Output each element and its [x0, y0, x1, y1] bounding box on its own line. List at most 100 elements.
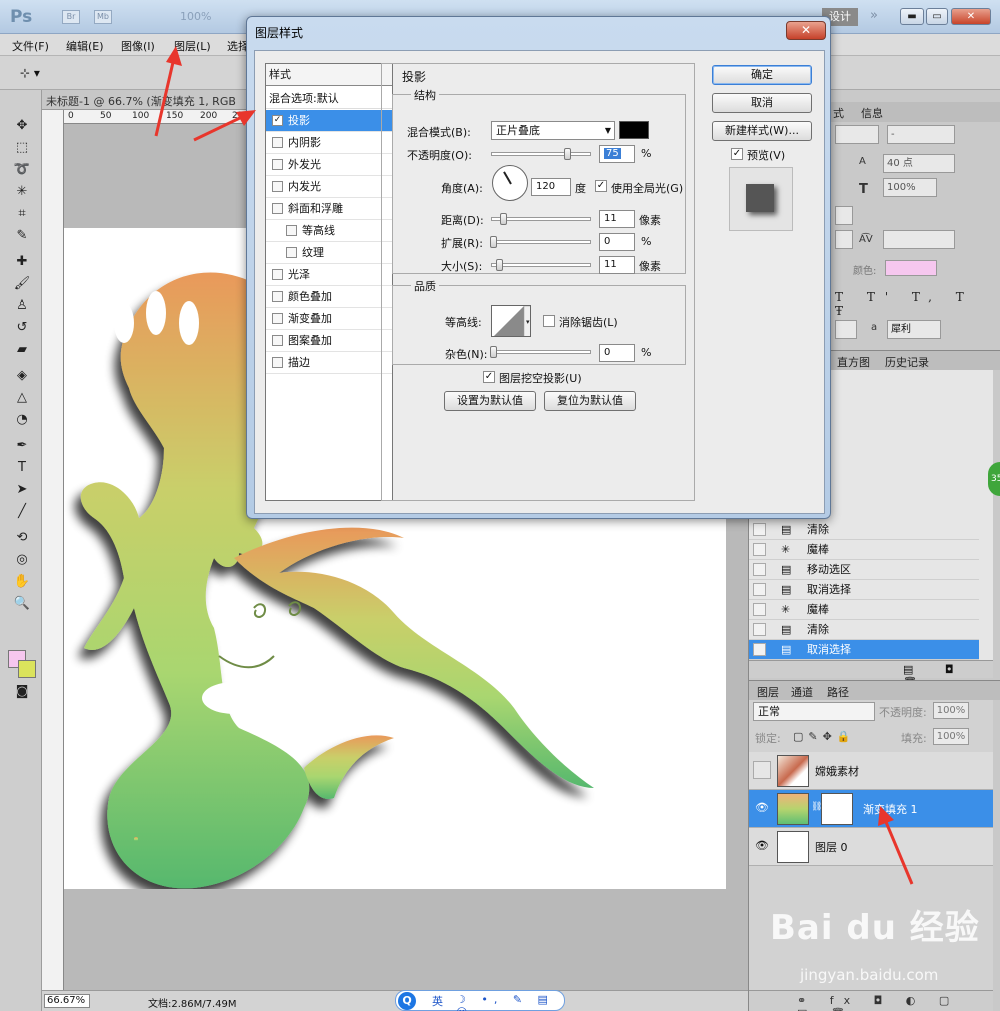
crop-tool-icon[interactable]: ⌗ [12, 204, 32, 224]
new-style-button[interactable]: 新建样式(W)... [712, 121, 812, 141]
tab-channels[interactable]: 通道 [791, 684, 813, 700]
eraser-tool-icon[interactable]: ▰ [12, 340, 32, 360]
history-item-current[interactable]: ▤ 取消选择 [749, 640, 979, 660]
eye-icon[interactable]: 👁 [755, 801, 769, 815]
antialias-checkbox[interactable] [543, 315, 555, 327]
style-checkbox[interactable] [272, 181, 283, 192]
style-stroke[interactable]: 描边 [266, 352, 392, 374]
eyedropper-tool-icon[interactable]: ✎ [12, 226, 32, 246]
fill-field[interactable]: 100% [933, 728, 969, 745]
lasso-tool-icon[interactable]: ➰ [12, 160, 32, 180]
style-checkbox[interactable]: ✓ [272, 115, 283, 126]
history-snapshot-checkbox[interactable] [753, 623, 766, 636]
ok-button[interactable]: 确定 [712, 65, 812, 85]
history-item[interactable]: ✳ 魔棒 [749, 600, 979, 620]
style-inner-glow[interactable]: 内发光 [266, 176, 392, 198]
tab-paths[interactable]: 路径 [827, 684, 849, 700]
style-texture[interactable]: 纹理 [266, 242, 392, 264]
tab-layers[interactable]: 图层 [757, 684, 779, 700]
path-selection-tool-icon[interactable]: ➤ [12, 480, 32, 500]
tab-paragraph[interactable]: 式 [833, 105, 844, 121]
shadow-color-swatch[interactable] [619, 121, 649, 139]
tracking-dropdown[interactable] [835, 230, 853, 249]
eye-icon[interactable]: 👁 [755, 839, 769, 853]
quick-mask-icon[interactable]: ◙ [12, 682, 32, 702]
opacity-input[interactable]: 75 [599, 145, 635, 163]
menu-file[interactable]: 文件(F) [12, 38, 49, 54]
hand-tool-icon[interactable]: ✋ [12, 572, 32, 592]
history-item[interactable]: ▤ 清除 [749, 520, 979, 540]
styles-header[interactable]: 样式 [266, 64, 392, 86]
style-checkbox[interactable] [272, 357, 283, 368]
lock-icons[interactable]: ▢✎✥🔒 [793, 730, 856, 743]
bridge-button[interactable]: Br [62, 10, 80, 24]
opacity-slider[interactable] [491, 148, 591, 160]
status-zoom-field[interactable]: 66.67% [44, 994, 90, 1008]
layers-footer-icons[interactable]: ⚭ fx ◘ ◐ ▢ ▣ 🗑 [797, 994, 993, 1011]
global-light-label[interactable]: 使用全局光(G) [611, 180, 683, 196]
vertical-scale-field[interactable]: 100% [883, 178, 937, 197]
blend-mode-dropdown[interactable]: 正片叠底 ▼ [491, 121, 615, 140]
history-snapshot-checkbox[interactable] [753, 543, 766, 556]
layer-row[interactable]: 👁 图层 0 [749, 828, 993, 866]
contour-picker[interactable]: ▾ [491, 305, 531, 337]
tab-histogram[interactable]: 直方图 [837, 354, 870, 370]
history-snapshot-checkbox[interactable] [753, 523, 766, 536]
layer-blend-mode-select[interactable]: 正常 [753, 702, 875, 721]
global-light-checkbox[interactable]: ✓ [595, 180, 607, 192]
style-checkbox[interactable] [272, 137, 283, 148]
angle-dial[interactable] [492, 165, 528, 201]
size-slider[interactable] [491, 259, 591, 271]
clone-stamp-tool-icon[interactable]: ♙ [12, 296, 32, 316]
size-input[interactable]: 11 [599, 256, 635, 274]
ime-tool-icons[interactable]: ☽ •, ✎ ▤ ☺ [456, 993, 564, 1011]
font-style-dropdown[interactable]: - [887, 125, 955, 144]
opacity-slider-handle[interactable] [564, 148, 571, 160]
history-snapshot-checkbox[interactable] [753, 563, 766, 576]
angle-input[interactable]: 120 [531, 178, 571, 196]
brush-tool-icon[interactable]: 🖌 [12, 274, 32, 294]
style-checkbox[interactable] [286, 225, 297, 236]
3d-orbit-tool-icon[interactable]: ◎ [12, 550, 32, 570]
style-checkbox[interactable] [272, 335, 283, 346]
blur-tool-icon[interactable]: △ [12, 388, 32, 408]
knockout-label[interactable]: 图层挖空投影(U) [499, 370, 582, 386]
history-item[interactable]: ▤ 清除 [749, 620, 979, 640]
style-satin[interactable]: 光泽 [266, 264, 392, 286]
background-color-swatch[interactable] [18, 660, 36, 678]
style-drop-shadow[interactable]: ✓ 投影 [266, 110, 392, 132]
style-gradient-overlay[interactable]: 渐变叠加 [266, 308, 392, 330]
style-outer-glow[interactable]: 外发光 [266, 154, 392, 176]
minibridge-button[interactable]: Mb [94, 10, 112, 24]
history-item[interactable]: ✳ 魔棒 [749, 540, 979, 560]
style-checkbox[interactable] [272, 313, 283, 324]
3d-rotate-tool-icon[interactable]: ⟲ [12, 528, 32, 548]
noise-input[interactable]: 0 [599, 344, 635, 362]
blending-options-default[interactable]: 混合选项:默认 [266, 89, 392, 109]
document-size-info[interactable]: 文档:2.86M/7.49M [148, 995, 237, 1010]
noise-slider-handle[interactable] [490, 346, 497, 358]
style-checkbox[interactable] [272, 291, 283, 302]
menu-edit[interactable]: 编辑(E) [66, 38, 104, 54]
dialog-close-button[interactable]: ✕ [786, 21, 826, 40]
layer-mask-thumbnail[interactable] [821, 793, 853, 825]
layer-name[interactable]: 嫦娥素材 [815, 763, 859, 779]
ime-toolbar[interactable]: Q 英 ☽ •, ✎ ▤ ☺ [395, 990, 565, 1011]
baseline-field[interactable] [883, 230, 955, 249]
dodge-tool-icon[interactable]: ◔ [12, 410, 32, 430]
history-snapshot-checkbox[interactable] [753, 603, 766, 616]
ime-language-toggle[interactable]: 英 [432, 993, 443, 1009]
spread-slider-handle[interactable] [490, 236, 497, 248]
minimize-button[interactable]: ▬ [900, 8, 924, 25]
history-brush-tool-icon[interactable]: ↺ [12, 318, 32, 338]
style-checkbox[interactable] [272, 203, 283, 214]
marquee-tool-icon[interactable]: ⬚ [12, 138, 32, 158]
knockout-checkbox[interactable]: ✓ [483, 371, 495, 383]
history-snapshot-checkbox[interactable] [753, 643, 766, 656]
style-checkbox[interactable] [286, 247, 297, 258]
distance-slider[interactable] [491, 213, 591, 225]
noise-slider[interactable] [490, 346, 591, 358]
floating-badge[interactable]: 35 [988, 462, 1000, 496]
font-style-field[interactable] [835, 125, 879, 144]
preview-checkbox[interactable]: ✓ [731, 148, 743, 160]
